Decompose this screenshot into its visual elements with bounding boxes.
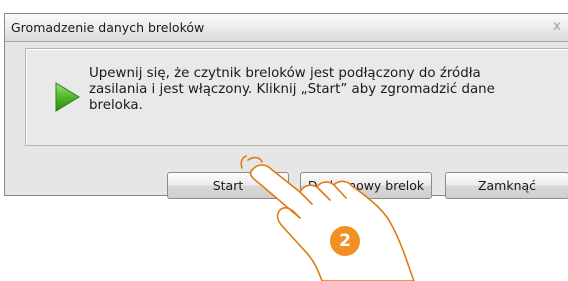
instruction-text: Upewnij się, że czytnik breloków jest po…	[89, 66, 495, 113]
close-button[interactable]: Zamknąć	[445, 172, 568, 199]
title-bar: Gromadzenie danych breloków x	[5, 14, 568, 42]
dialog-title: Gromadzenie danych breloków	[11, 20, 205, 35]
pointing-hand-icon	[240, 155, 415, 281]
play-arrow-icon	[55, 82, 80, 112]
message-panel: Upewnij się, że czytnik breloków jest po…	[25, 48, 568, 146]
close-icon[interactable]: x	[546, 18, 568, 36]
step-number-badge: 2	[330, 226, 360, 256]
